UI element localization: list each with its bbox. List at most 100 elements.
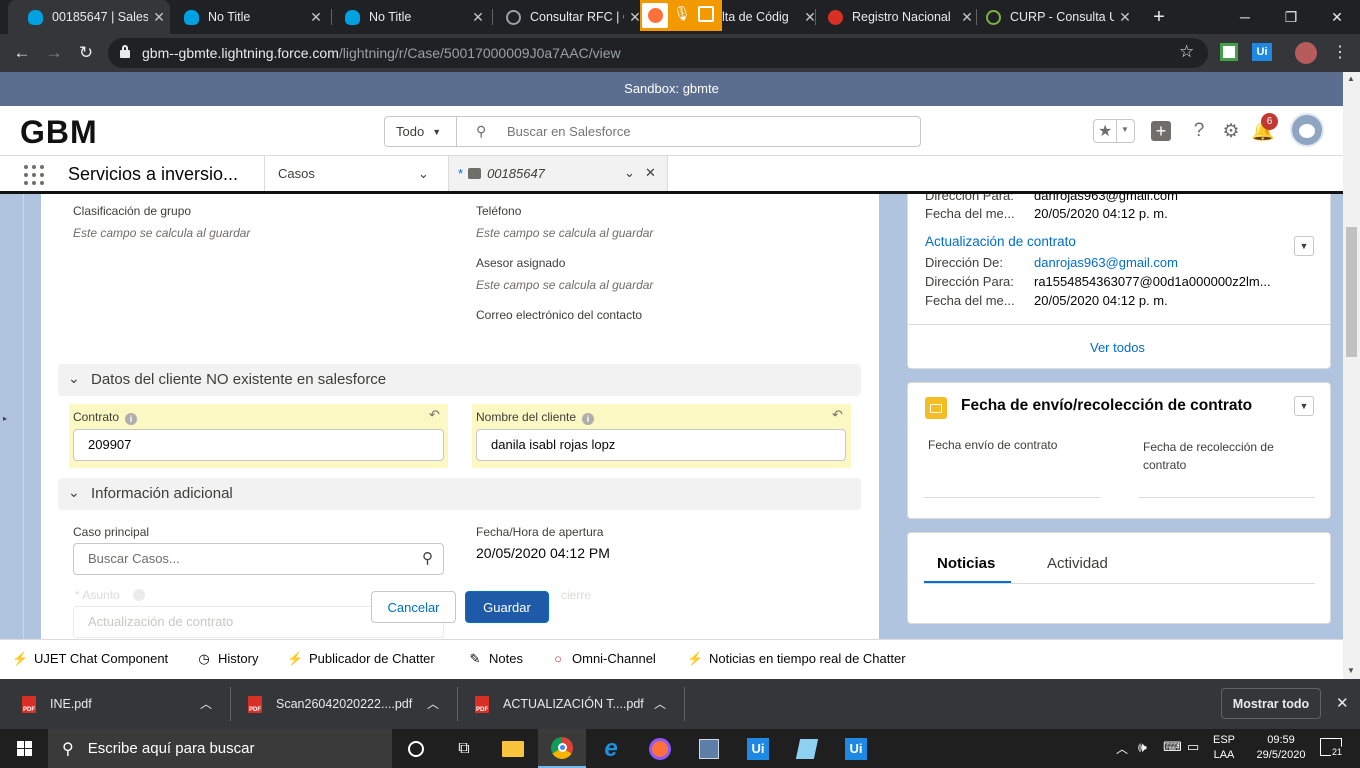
file-explorer-icon[interactable] <box>489 729 537 768</box>
chevron-up-icon[interactable]: ︿ <box>200 695 212 712</box>
taskbar-search[interactable]: ⚲ Escribe aquí para buscar <box>48 729 392 768</box>
uipath-extension-icon[interactable]: Ui <box>1252 43 1272 61</box>
chevron-up-icon[interactable]: ︿ <box>427 695 439 712</box>
setup-gear-icon[interactable]: ⚙ <box>1219 119 1243 143</box>
reload-icon[interactable]: ↻ <box>70 34 102 72</box>
chevron-up-icon[interactable]: ︿ <box>1116 740 1128 757</box>
browser-tab-rfc[interactable]: Consultar RFC | Co ✕ <box>486 0 646 34</box>
utility-history[interactable]: ◷ History <box>196 651 258 667</box>
tab-title: lta de Códig <box>722 10 789 24</box>
favorites-button[interactable]: ★ ▼ <box>1093 119 1135 143</box>
utility-omni-channel[interactable]: ○ Omni-Channel <box>550 651 656 666</box>
info-icon <box>133 589 145 601</box>
page-scrollbar[interactable]: ▲ ▼ <box>1343 72 1360 679</box>
close-icon[interactable]: ✕ <box>1114 9 1136 26</box>
undo-icon[interactable]: ↶ <box>832 407 843 423</box>
volume-icon[interactable]: 🕪 <box>1138 739 1147 756</box>
search-scope-select[interactable]: Todo ▼ <box>385 117 457 146</box>
email-para-value: ra1554854363077@00d1a000000z2lm... <box>1034 274 1271 289</box>
forward-icon[interactable]: → <box>38 34 70 72</box>
new-tab-icon[interactable]: + <box>1146 4 1172 30</box>
cortana-icon[interactable] <box>392 729 440 768</box>
contrato-input[interactable]: 209907 <box>73 429 444 461</box>
tab-casos-label: Casos <box>278 166 315 181</box>
search-input[interactable] <box>493 117 913 146</box>
browser-tab-salesforce[interactable]: 00185647 | Salesfo ✕ <box>8 0 170 34</box>
utility-notes[interactable]: ✎ Notes <box>467 651 523 667</box>
nombre-cliente-input[interactable]: danila isabl rojas lopz <box>476 429 846 461</box>
save-button[interactable]: Guardar <box>465 591 549 623</box>
chevron-up-icon[interactable]: ︿ <box>654 695 666 712</box>
email-item-link[interactable]: Actualización de contrato <box>925 234 1076 249</box>
microphone-icon[interactable]: 🎙 <box>672 5 692 25</box>
menu-kebab-icon[interactable]: ⋮ <box>1332 42 1348 62</box>
back-icon[interactable]: ← <box>6 34 38 72</box>
tab-record-00185647[interactable]: * 00185647 ⌄ ✕ <box>448 156 668 191</box>
close-tab-icon[interactable]: ✕ <box>645 165 656 181</box>
extension-icon[interactable] <box>1220 43 1238 61</box>
window-close-icon[interactable]: ✕ <box>1314 0 1360 34</box>
tab-noticias[interactable]: Noticias <box>937 555 995 572</box>
cancel-button[interactable]: Cancelar <box>371 591 456 623</box>
uipath-robot-icon[interactable]: Ui <box>832 729 880 768</box>
caso-principal-input[interactable]: Buscar Casos... ⚲ <box>73 543 444 575</box>
notepad-icon[interactable] <box>783 729 831 768</box>
browser-tab-no-title-2[interactable]: No Title ✕ <box>325 0 489 34</box>
section-datos-cliente[interactable]: ⌄ Datos del cliente NO existente en sale… <box>58 364 861 396</box>
action-center-icon[interactable]: 21 <box>1320 738 1344 759</box>
internet-explorer-icon[interactable]: e <box>587 729 635 768</box>
info-icon[interactable]: i <box>125 413 138 425</box>
fecha-envio-menu-button[interactable]: ▼ <box>1294 396 1314 416</box>
restore-icon[interactable]: ❐ <box>1268 0 1314 34</box>
info-icon[interactable]: i <box>582 413 595 425</box>
minimize-icon[interactable]: ─ <box>1222 0 1268 34</box>
close-icon[interactable]: ✕ <box>305 9 327 26</box>
display-icon[interactable]: ▭ <box>1187 739 1199 755</box>
undo-icon[interactable]: ↶ <box>429 407 440 423</box>
firefox-icon[interactable] <box>642 3 668 28</box>
section-informacion-adicional[interactable]: ⌄ Información adicional <box>58 478 861 510</box>
download-item[interactable]: PDF Scan26042020222....pdf <box>248 679 412 729</box>
tab-actividad[interactable]: Actividad <box>1047 555 1108 572</box>
email-de-value[interactable]: danrojas963@gmail.com <box>1034 255 1178 270</box>
screen-capture-icon[interactable] <box>698 6 714 22</box>
collapse-left-arrow-icon[interactable]: ▸ <box>3 414 7 423</box>
download-item[interactable]: PDF ACTUALIZACIÓN T....pdf <box>475 679 644 729</box>
view-all-link[interactable]: Ver todos <box>1090 340 1145 355</box>
chevron-down-icon[interactable]: ⌄ <box>624 165 635 181</box>
browser-tab-curp[interactable]: CURP - Consulta U ✕ <box>966 0 1136 34</box>
global-create-icon[interactable]: + <box>1149 119 1173 143</box>
dashboard-app-icon[interactable] <box>685 729 733 768</box>
omnibox[interactable]: gbm--gbmte.lightning.force.com/lightning… <box>108 38 1208 68</box>
firefox-icon[interactable] <box>636 729 684 768</box>
utility-publicador-chatter[interactable]: ⚡ Publicador de Chatter <box>287 651 435 667</box>
scroll-down-icon[interactable]: ▼ <box>1347 666 1355 675</box>
email-item-menu-button[interactable]: ▼ <box>1294 236 1314 256</box>
windows-start-icon[interactable] <box>0 729 48 768</box>
profile-avatar[interactable] <box>1295 42 1317 64</box>
browser-tab-no-title-1[interactable]: No Title ✕ <box>164 0 327 34</box>
language-indicator[interactable]: ESP LAA <box>1206 733 1242 763</box>
utility-noticias-chatter[interactable]: ⚡ Noticias en tiempo real de Chatter <box>687 651 906 667</box>
utility-ujet-chat[interactable]: ⚡ UJET Chat Component <box>12 651 168 667</box>
bookmark-star-icon[interactable]: ☆ <box>1179 42 1194 62</box>
close-downloads-icon[interactable]: ✕ <box>1336 694 1349 712</box>
help-icon[interactable]: ? <box>1187 119 1211 143</box>
network-icon[interactable]: ⌨ <box>1163 739 1182 755</box>
browser-tab-codigo[interactable]: lta de Códig ✕ <box>716 0 821 34</box>
company-logo[interactable]: GBM <box>20 114 98 151</box>
show-all-downloads-button[interactable]: Mostrar todo <box>1221 688 1321 719</box>
chrome-icon[interactable] <box>538 729 586 768</box>
app-launcher-icon[interactable] <box>22 163 46 187</box>
scroll-up-icon[interactable]: ▲ <box>1347 74 1355 83</box>
task-view-icon[interactable]: ⧉ <box>440 729 488 768</box>
user-avatar[interactable] <box>1290 113 1324 147</box>
chevron-down-icon[interactable]: ⌄ <box>418 166 429 182</box>
browser-tab-registro[interactable]: Registro Nacional ✕ <box>808 0 978 34</box>
scrollbar-thumb[interactable] <box>1346 227 1357 357</box>
clock[interactable]: 09:59 29/5/2020 <box>1248 733 1314 763</box>
asunto-label: * Asunto <box>75 588 120 602</box>
section-datos-cliente-title: Datos del cliente NO existente en salesf… <box>91 371 387 388</box>
download-item[interactable]: PDF INE.pdf <box>22 679 92 729</box>
uipath-studio-icon[interactable]: Ui <box>734 729 782 768</box>
